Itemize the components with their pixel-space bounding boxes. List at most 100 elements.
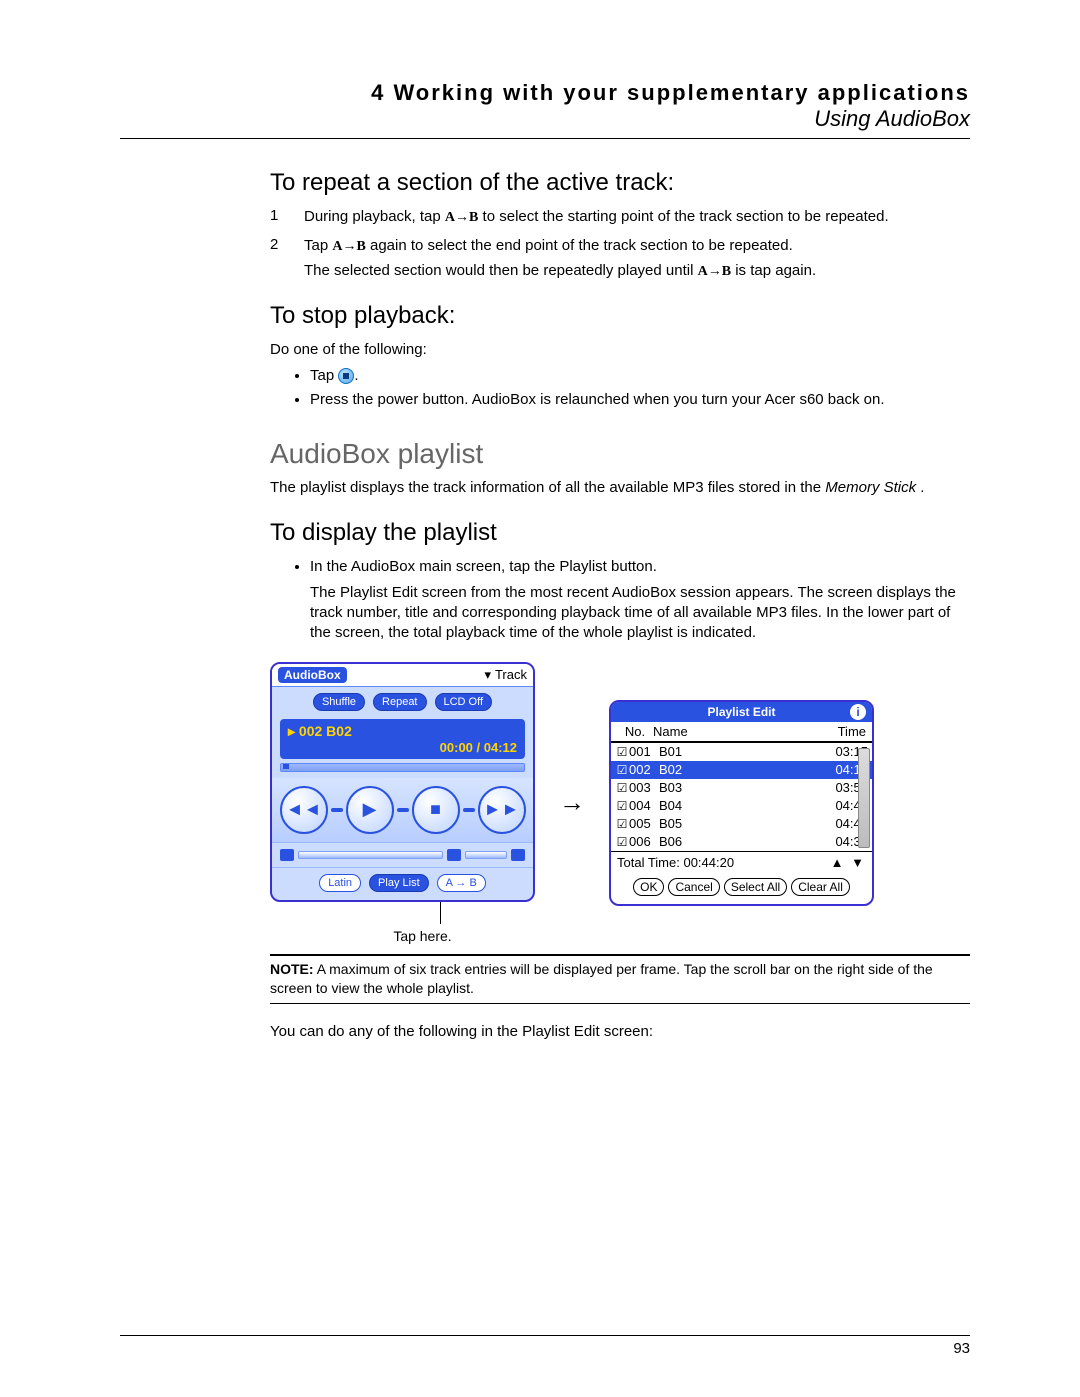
row-no: 001 xyxy=(629,744,659,759)
control-link xyxy=(463,808,475,812)
checkbox-icon[interactable]: ☑ xyxy=(615,781,629,795)
note-rule-bottom xyxy=(270,1003,970,1004)
section-display-playlist: To display the playlist xyxy=(270,519,970,547)
chapter-subtitle: Using AudioBox xyxy=(120,106,970,132)
row-name: B01 xyxy=(659,744,822,759)
lcdoff-button[interactable]: LCD Off xyxy=(435,693,493,711)
step-text: to select the starting point of the trac… xyxy=(483,208,889,225)
bullet-text: Press the power button. AudioBox is rela… xyxy=(310,390,970,410)
stop-icon xyxy=(338,368,354,384)
step-text: again to select the end point of the tra… xyxy=(370,237,793,254)
audiobox-player: AudioBox ▾ Track Shuffle Repeat LCD Off … xyxy=(270,662,535,902)
col-header-no: No. xyxy=(617,724,653,739)
track-dropdown[interactable]: ▾ Track xyxy=(484,667,527,683)
ab-glyph: A→B xyxy=(445,210,478,225)
playlist-row[interactable]: ☑005B0504:44 xyxy=(611,815,872,833)
row-name: B05 xyxy=(659,816,822,831)
control-link xyxy=(397,808,409,812)
col-header-name: Name xyxy=(653,724,820,739)
playlist-button[interactable]: Play List xyxy=(369,874,429,892)
row-name: B04 xyxy=(659,798,822,813)
bullet-text: In the AudioBox main screen, tap the Pla… xyxy=(310,557,970,577)
callout-line xyxy=(440,902,441,924)
step-text: The selected section would then be repea… xyxy=(304,262,698,279)
checkbox-icon[interactable]: ☑ xyxy=(615,799,629,813)
info-icon[interactable]: i xyxy=(850,704,866,720)
section-repeat: To repeat a section of the active track: xyxy=(270,169,970,197)
ab-glyph: A→B xyxy=(698,264,731,279)
next-button[interactable]: ►► xyxy=(478,786,526,834)
arrow-right-icon: → xyxy=(559,787,585,818)
playlist-row[interactable]: ☑003B0303:57 xyxy=(611,779,872,797)
balance-slider[interactable] xyxy=(465,851,507,859)
stop-intro: Do one of the following: xyxy=(270,340,970,360)
balance-icon xyxy=(447,849,461,861)
checkbox-icon[interactable]: ☑ xyxy=(615,763,629,777)
stop-button[interactable]: ■ xyxy=(412,786,460,834)
total-time-label: Total Time: 00:44:20 xyxy=(617,855,734,870)
control-link xyxy=(331,808,343,812)
progress-bar[interactable] xyxy=(280,763,525,772)
row-no: 002 xyxy=(629,762,659,777)
bullet-text: Tap xyxy=(310,367,338,384)
row-no: 004 xyxy=(629,798,659,813)
step-text: Tap xyxy=(304,237,332,254)
clear-all-button[interactable]: Clear All xyxy=(791,878,850,896)
track-dropdown-label: Track xyxy=(495,667,527,682)
period: . xyxy=(354,367,358,384)
row-no: 006 xyxy=(629,834,659,849)
header-rule xyxy=(120,138,970,139)
checkbox-icon[interactable]: ☑ xyxy=(615,745,629,759)
section-stop: To stop playback: xyxy=(270,302,970,330)
playlist-title: Playlist Edit xyxy=(707,705,775,719)
page-arrows[interactable]: ▲ ▼ xyxy=(831,855,866,870)
col-header-time: Time xyxy=(820,724,866,739)
row-no: 005 xyxy=(629,816,659,831)
playlist-row[interactable]: ☑004B0404:48 xyxy=(611,797,872,815)
time-display: 00:00 / 04:12 xyxy=(288,740,517,755)
note-text: A maximum of six track entries will be d… xyxy=(270,961,933,996)
row-no: 003 xyxy=(629,780,659,795)
body-text: The Playlist Edit screen from the most r… xyxy=(310,583,970,644)
row-name: B02 xyxy=(659,762,822,777)
playlist-edit-panel: Playlist Edit i No. Name Time ☑001B0103:… xyxy=(609,700,874,906)
cancel-button[interactable]: Cancel xyxy=(668,878,719,896)
volume-icon xyxy=(280,849,294,861)
playlist-row[interactable]: ☑006B0604:31 xyxy=(611,833,872,851)
body-text: The playlist displays the track informat… xyxy=(270,479,825,496)
step-number: 2 xyxy=(270,236,284,253)
ok-button[interactable]: OK xyxy=(633,878,664,896)
eq-icon xyxy=(511,849,525,861)
body-text-italic: Memory Stick xyxy=(825,479,916,496)
chapter-title: 4 Working with your supplementary applic… xyxy=(120,80,970,106)
body-text: You can do any of the following in the P… xyxy=(270,1022,970,1042)
ab-glyph: A→B xyxy=(332,239,365,254)
play-button[interactable]: ▶ xyxy=(346,786,394,834)
body-text: . xyxy=(920,479,924,496)
playlist-row[interactable]: ☑002B0204:12 xyxy=(611,761,872,779)
step-text: During playback, tap xyxy=(304,208,445,225)
now-playing-title: 002 B02 xyxy=(299,723,352,739)
select-all-button[interactable]: Select All xyxy=(724,878,787,896)
scrollbar[interactable] xyxy=(858,748,870,848)
row-name: B06 xyxy=(659,834,822,849)
step-text: is tap again. xyxy=(735,262,816,279)
section-playlist-heading: AudioBox playlist xyxy=(270,438,970,470)
shuffle-button[interactable]: Shuffle xyxy=(313,693,365,711)
playlist-row[interactable]: ☑001B0103:15 xyxy=(611,743,872,761)
prev-button[interactable]: ◄◄ xyxy=(280,786,328,834)
page-number: 93 xyxy=(953,1340,970,1357)
step-number: 1 xyxy=(270,207,284,224)
repeat-button[interactable]: Repeat xyxy=(373,693,426,711)
eq-preset-button[interactable]: Latin xyxy=(319,874,361,892)
audiobox-logo: AudioBox xyxy=(278,667,347,683)
callout-label: Tap here. xyxy=(310,928,535,944)
checkbox-icon[interactable]: ☑ xyxy=(615,817,629,831)
ab-repeat-button[interactable]: A → B xyxy=(437,874,486,892)
note-label: NOTE: xyxy=(270,961,314,977)
now-playing-panel: ▸ 002 B02 00:00 / 04:12 xyxy=(280,719,525,759)
chevron-down-icon: ▾ xyxy=(484,667,491,683)
note-rule-top xyxy=(270,954,970,956)
volume-slider[interactable] xyxy=(298,851,443,859)
checkbox-icon[interactable]: ☑ xyxy=(615,835,629,849)
